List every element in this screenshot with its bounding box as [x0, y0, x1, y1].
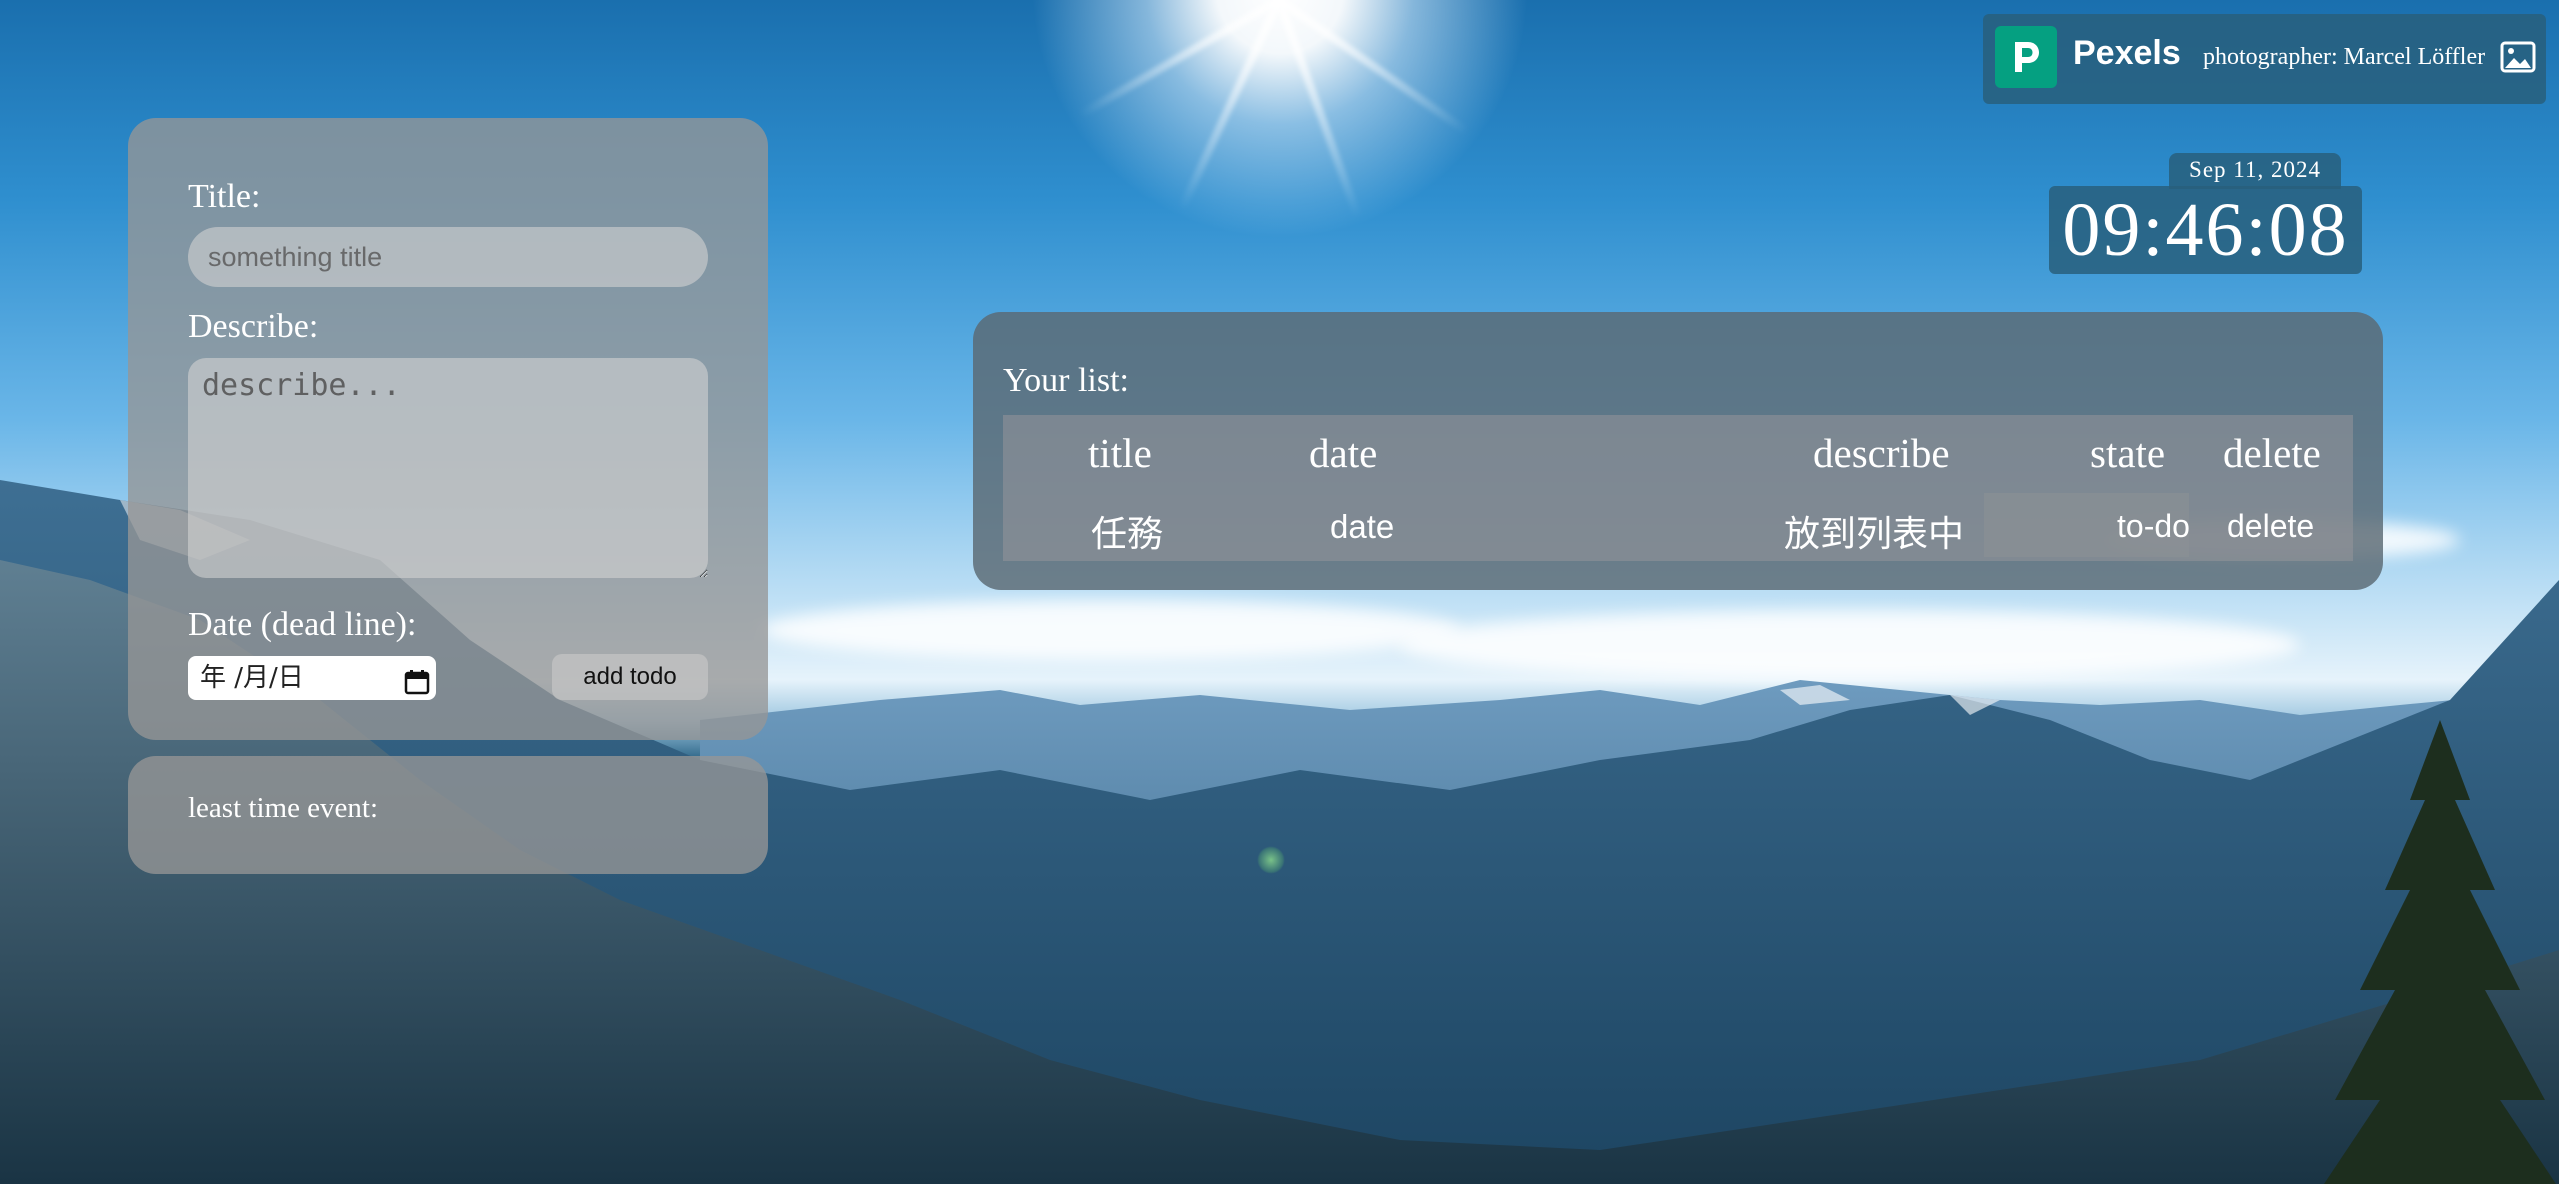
- column-header-state: state: [2090, 430, 2166, 476]
- least-time-event-panel: least time event:: [128, 756, 768, 874]
- date-input-placeholder: 年 /月/日: [200, 663, 304, 693]
- list-title: Your list:: [1003, 362, 1129, 399]
- todo-form-panel: Title: Describe: Date (dead line): 年 /月/…: [128, 118, 768, 740]
- least-time-event-label: least time event:: [188, 792, 379, 824]
- add-todo-button[interactable]: add todo: [552, 654, 708, 700]
- row-describe-cell: 放到列表中: [1784, 513, 1965, 554]
- pine-tree: [2324, 720, 2556, 1184]
- title-input[interactable]: [188, 227, 708, 287]
- todo-table: title date describe state delete 任務 date…: [1003, 415, 2353, 561]
- title-label: Title:: [188, 178, 261, 215]
- photographer-credit[interactable]: photographer: Marcel Löffler: [2203, 44, 2485, 71]
- column-header-date: date: [1309, 430, 1378, 476]
- row-date-cell: date: [1330, 508, 1395, 545]
- date-label: Date (dead line):: [188, 606, 417, 643]
- row-title-cell: 任務: [1091, 513, 1164, 554]
- clock-time: 09:46:08: [2049, 186, 2362, 274]
- pexels-brand-name[interactable]: Pexels: [2073, 34, 2181, 73]
- column-header-delete: delete: [2223, 430, 2321, 476]
- calendar-icon[interactable]: [404, 665, 430, 695]
- todo-list-panel: Your list: title date describe state del…: [973, 312, 2383, 590]
- deadline-date-input[interactable]: 年 /月/日: [188, 656, 436, 700]
- pexels-logo-icon[interactable]: [1995, 26, 2057, 88]
- lens-flare: [1257, 846, 1285, 874]
- row-state-cell[interactable]: to-do: [2117, 508, 2190, 545]
- describe-textarea[interactable]: [188, 358, 708, 578]
- describe-label: Describe:: [188, 308, 319, 345]
- row-delete-button[interactable]: delete: [2227, 508, 2314, 545]
- clock-date: Sep 11, 2024: [2169, 153, 2341, 189]
- image-icon[interactable]: [2500, 40, 2536, 74]
- column-header-describe: describe: [1813, 430, 1950, 476]
- column-header-title: title: [1088, 430, 1152, 476]
- pexels-attribution[interactable]: Pexels photographer: Marcel Löffler: [1983, 14, 2546, 104]
